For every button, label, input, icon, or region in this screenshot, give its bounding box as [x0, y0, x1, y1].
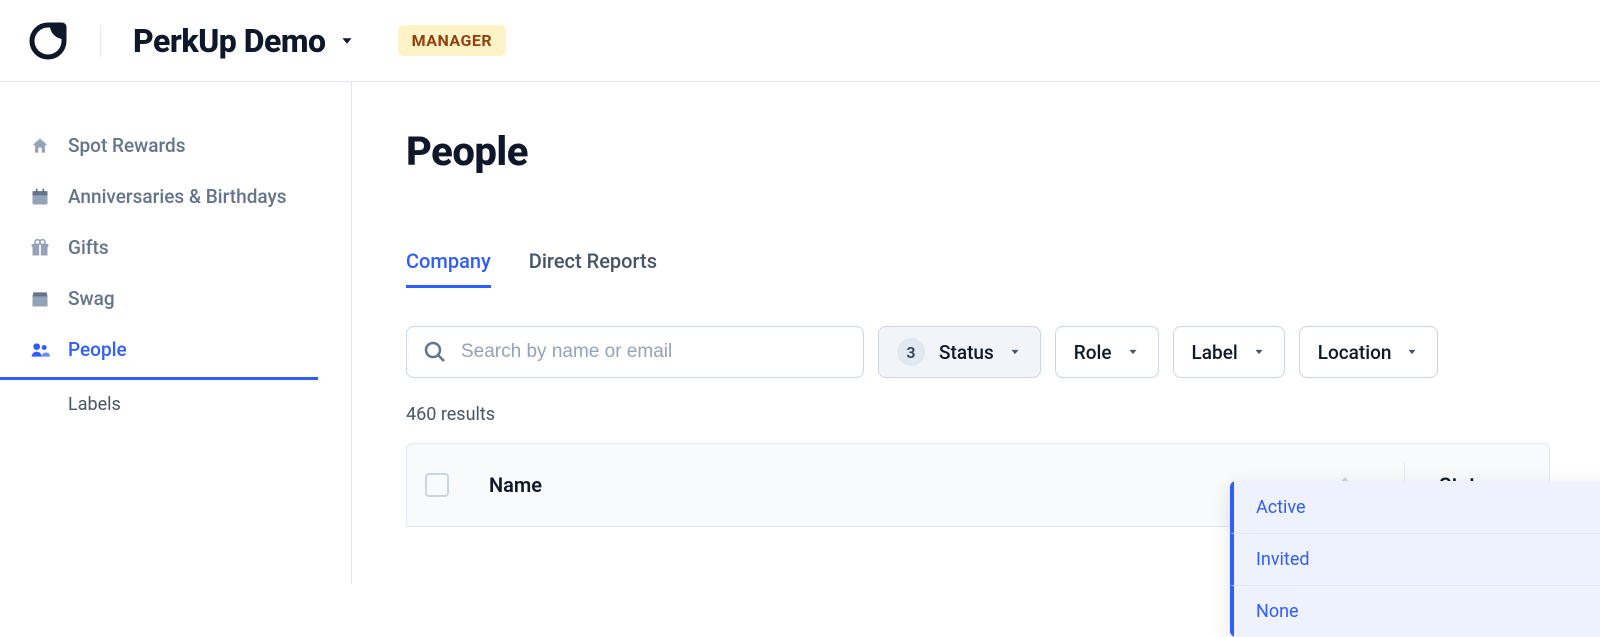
header-divider	[100, 25, 101, 57]
chevron-down-icon	[338, 32, 356, 50]
filter-location[interactable]: Location	[1299, 326, 1439, 378]
org-switcher[interactable]: PerkUp Demo	[133, 22, 356, 60]
sidebar-item-anniversaries[interactable]: Anniversaries & Birthdays	[0, 171, 351, 222]
caret-down-icon	[1126, 345, 1140, 359]
sidebar-item-label: Anniversaries & Birthdays	[68, 185, 287, 208]
gift-icon	[30, 238, 50, 258]
tab-direct-reports[interactable]: Direct Reports	[529, 249, 657, 288]
status-option-invited[interactable]: Invited	[1230, 533, 1600, 585]
role-badge: MANAGER	[398, 25, 507, 56]
sidebar-item-swag[interactable]: Swag	[0, 273, 351, 324]
filters-row: 3 Status Role Label Location	[406, 326, 1600, 378]
search-icon	[423, 340, 447, 364]
filter-label: Role	[1074, 341, 1112, 364]
tab-company[interactable]: Company	[406, 249, 491, 288]
app-header: PerkUp Demo MANAGER	[0, 0, 1600, 82]
sidebar-item-label: People	[68, 338, 127, 361]
calendar-icon	[30, 187, 50, 207]
sidebar-subitem-label: Labels	[68, 394, 121, 415]
status-option-none[interactable]: None	[1230, 585, 1600, 637]
people-icon	[30, 340, 50, 360]
filter-label: Label	[1192, 341, 1238, 364]
brand-logo	[28, 21, 68, 61]
search-box[interactable]	[406, 326, 864, 378]
filter-label[interactable]: Label	[1173, 326, 1285, 378]
sidebar-item-spot-rewards[interactable]: Spot Rewards	[0, 120, 351, 171]
search-input[interactable]	[461, 341, 847, 363]
status-option-active[interactable]: Active	[1230, 481, 1600, 533]
filter-status[interactable]: 3 Status	[878, 326, 1041, 378]
filter-label: Status	[939, 341, 994, 364]
sidebar-item-label: Swag	[68, 287, 115, 310]
caret-down-icon	[1252, 345, 1266, 359]
sidebar: Spot Rewards Anniversaries & Birthdays G…	[0, 82, 352, 584]
column-name[interactable]: Name	[489, 473, 1318, 497]
filter-role[interactable]: Role	[1055, 326, 1159, 378]
org-name: PerkUp Demo	[133, 22, 326, 60]
home-icon	[30, 136, 50, 156]
page-title: People	[406, 128, 1600, 175]
caret-down-icon	[1008, 345, 1022, 359]
results-count: 460 results	[406, 404, 1600, 425]
status-dropdown: Active Invited None	[1230, 481, 1600, 637]
sidebar-item-people[interactable]: People	[0, 324, 318, 380]
caret-down-icon	[1405, 345, 1419, 359]
store-icon	[30, 289, 50, 309]
sidebar-item-label: Gifts	[68, 236, 109, 259]
select-all-checkbox[interactable]	[425, 473, 449, 497]
tabs: Company Direct Reports	[406, 249, 1600, 288]
main-content: People Company Direct Reports 3 Status R…	[352, 82, 1600, 584]
sidebar-subitem-labels[interactable]: Labels	[0, 380, 351, 429]
filter-label: Location	[1318, 341, 1392, 364]
sidebar-item-gifts[interactable]: Gifts	[0, 222, 351, 273]
filter-count: 3	[897, 338, 925, 366]
sidebar-item-label: Spot Rewards	[68, 134, 186, 157]
